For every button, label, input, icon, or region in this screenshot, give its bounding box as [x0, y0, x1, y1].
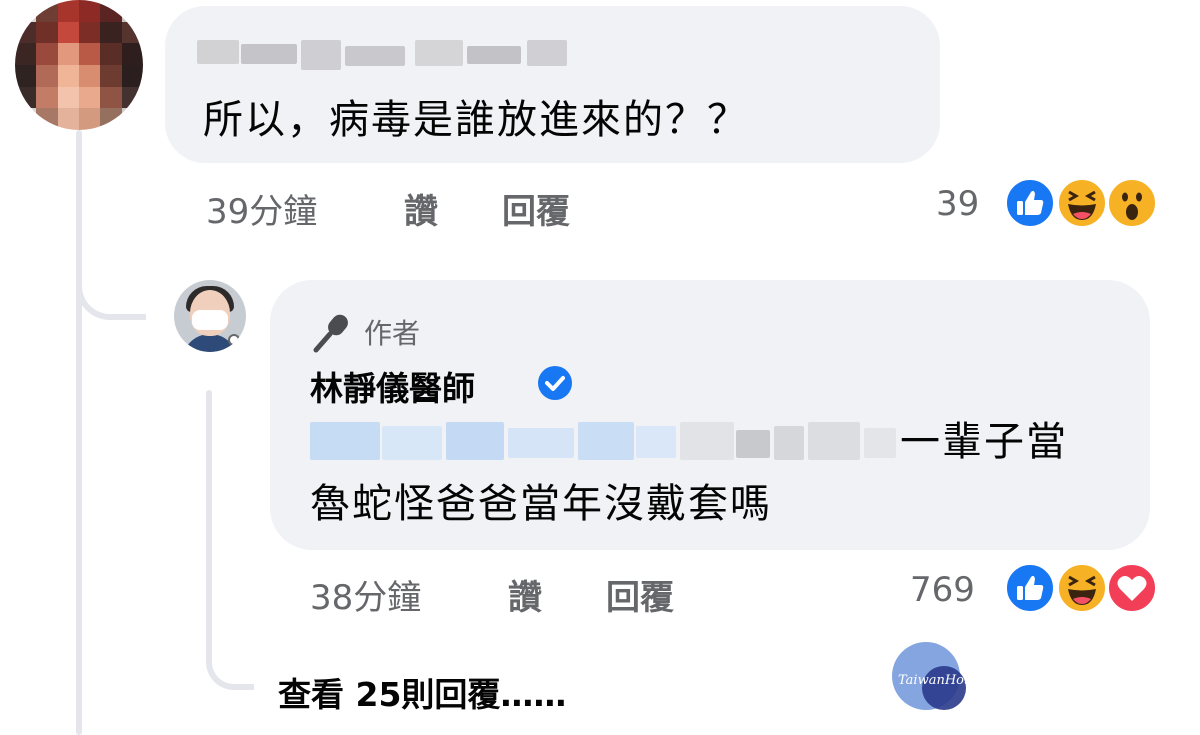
reply-thread-line [206, 390, 212, 650]
commenter-avatar[interactable] [15, 0, 143, 130]
thread-branch-line [76, 250, 146, 320]
reply-timestamp[interactable]: 38分鐘 [310, 570, 421, 619]
reply-reaction-count[interactable]: 769 [910, 570, 975, 610]
reply-text-line1: 一輩子當 [900, 419, 1068, 465]
wow-icon [1106, 177, 1158, 229]
thread-line [76, 130, 82, 735]
taiwanhot-watermark-logo: TaiwanHot [892, 642, 970, 712]
svg-text:TaiwanHot: TaiwanHot [898, 673, 968, 688]
author-avatar[interactable] [174, 280, 246, 352]
reaction-count[interactable]: 39 [936, 184, 979, 224]
camera-icon [228, 334, 240, 346]
microphone-icon [310, 310, 354, 354]
comment-bubble: 所以，病毒是誰放進來的？？ [165, 6, 940, 163]
haha-icon [1056, 177, 1108, 229]
comment-text: 所以，病毒是誰放進來的？？ [203, 97, 749, 143]
reply-thread-branch-line [206, 630, 254, 690]
reply-reply-button[interactable]: 回覆 [606, 570, 674, 619]
pixelated-avatar [15, 0, 143, 130]
haha-icon [1056, 562, 1108, 614]
reaction-icons[interactable] [1004, 177, 1164, 233]
reply-text-line2: 魯蛇怪爸爸當年沒戴套嗎 [310, 481, 772, 527]
like-icon [1004, 177, 1056, 229]
reply-reaction-icons[interactable] [1004, 562, 1164, 618]
like-icon [1004, 562, 1056, 614]
like-button[interactable]: 讚 [404, 184, 438, 233]
verified-badge-icon [538, 366, 572, 400]
author-name[interactable]: 林靜儀醫師 [310, 362, 475, 410]
love-icon [1106, 562, 1158, 614]
reply-like-button[interactable]: 讚 [508, 570, 542, 619]
reply-bubble: 作者 林靜儀醫師 一輩子當 魯蛇怪爸爸當年沒戴套嗎 [270, 280, 1150, 550]
author-badge: 作者 [364, 317, 421, 350]
reply-button[interactable]: 回覆 [502, 184, 570, 233]
comment-timestamp[interactable]: 39分鐘 [206, 184, 317, 233]
view-more-replies-link[interactable]: 查看 25則回覆…… [278, 668, 566, 716]
